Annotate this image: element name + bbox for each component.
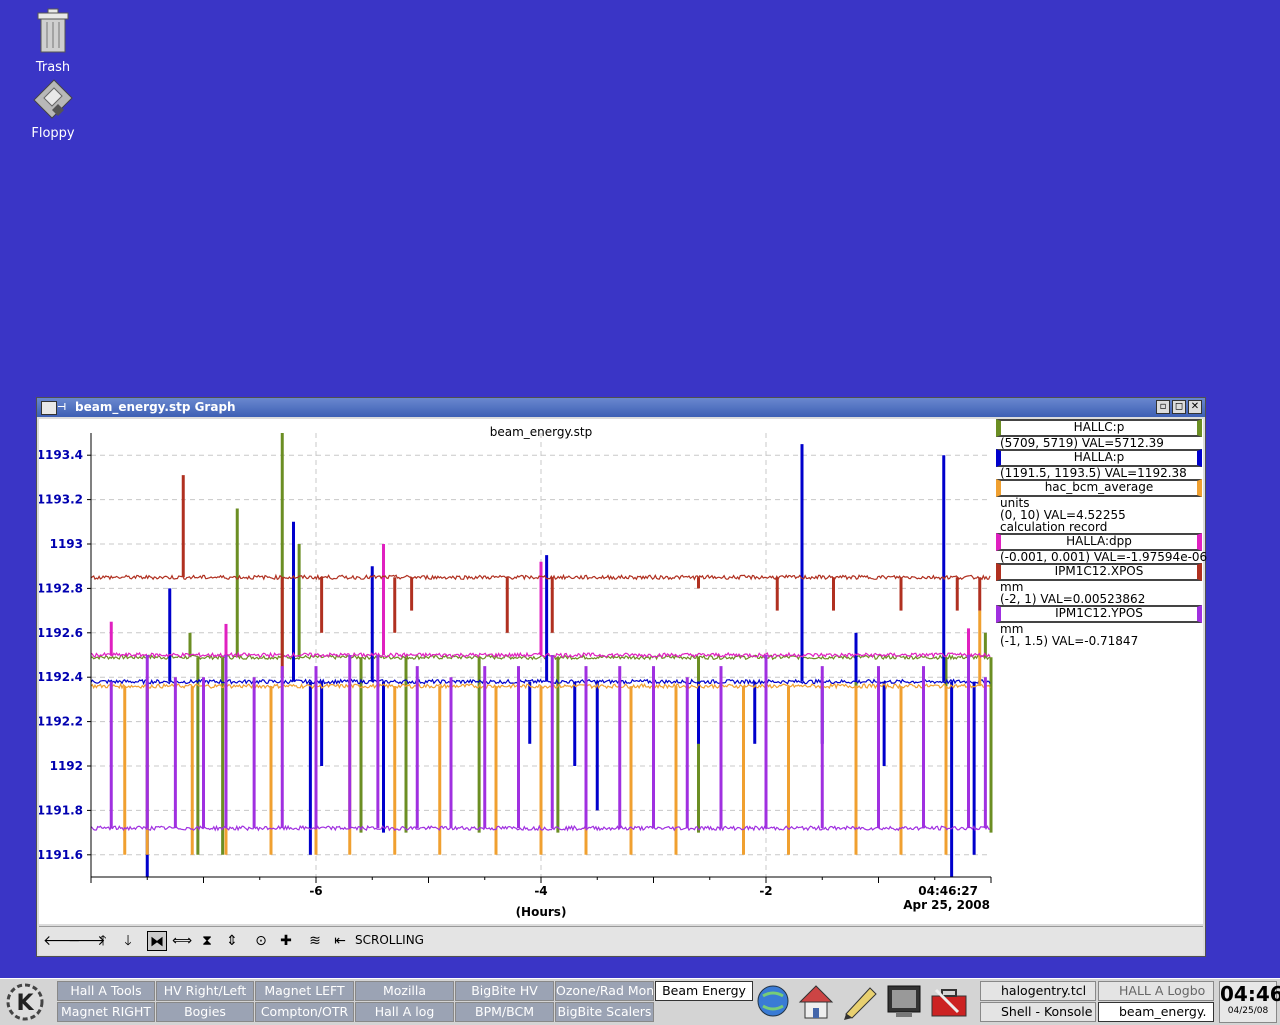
editor-pen-icon[interactable] [840,982,880,1020]
reset-button[interactable]: ⊙ [251,931,271,951]
launcher-hall-a-log[interactable]: Hall A log [355,1002,454,1022]
y-tick-label: 1192.8 [39,581,83,595]
launcher-ozone-rad-mon[interactable]: Ozone/Rad Mon [555,981,654,1001]
y-tick-label: 1191.8 [39,803,83,817]
toolbox-icon[interactable] [928,982,972,1020]
task-shell-konsole-label: Shell - Konsole [1001,1004,1093,1019]
minimize-button[interactable]: ▫ [1156,400,1170,414]
legend-entry-info: (-1, 1.5) VAL=-0.71847 [1000,634,1139,648]
launcher-bigbite-hv[interactable]: BigBite HV [455,981,554,1001]
scroll-right-button[interactable]: 🡒 [68,931,106,951]
launcher-hall-a-tools[interactable]: Hall A Tools [57,981,155,1001]
legend-entry-info: (1191.5, 1193.5) VAL=1192.38 [1000,466,1187,480]
legend-entry-name[interactable]: IPM1C12.XPOS [996,563,1202,581]
home-icon[interactable] [796,982,836,1020]
launcher-bogies[interactable]: Bogies [156,1002,254,1022]
task-halla-logbook[interactable]: HALL A Logbo [1098,981,1214,1001]
legend-entry-name[interactable]: IPM1C12.YPOS [996,605,1202,623]
legend-entry-info: (5709, 5719) VAL=5712.39 [1000,436,1164,450]
task-beam-energy[interactable]: beam_energy. [1098,1002,1214,1022]
launcher-mozilla[interactable]: Mozilla [355,981,454,1001]
trash-icon [37,8,69,53]
graph-window: ⊣ beam_energy.stp Graph ▫ ◻ ✕ beam_energ… [36,397,1208,957]
y-tick-label: 1192.6 [39,626,83,640]
task-halogentry[interactable]: halogentry.tcl [980,981,1096,1001]
launcher-compton-otr[interactable]: Compton/OTR [255,1002,354,1022]
legend-entry-name[interactable]: HALLA:p [996,449,1202,467]
launcher-bigbite-scalers[interactable]: BigBite Scalers [555,1002,654,1022]
legend-entry-name[interactable]: HALLC:p [996,419,1202,437]
y-tick-label: 1193.2 [39,493,83,507]
taskbar: K Hall A Tools HV Right/Left Magnet LEFT Mo… [0,978,1280,1025]
task-halogentry-label: halogentry.tcl [1001,983,1087,998]
scroll-left-button[interactable]: 🡐 [43,931,81,951]
x-axis-label: (Hours) [516,905,567,919]
svg-text:K: K [16,991,34,1016]
clock[interactable]: 04:46 04/25/08 [1219,981,1280,1023]
maximize-button[interactable]: ◻ [1172,400,1186,414]
task-shell-konsole[interactable]: Shell - Konsole [980,1002,1096,1022]
scroll-to-now-button[interactable]: ⇤ [330,931,350,951]
plot-area[interactable]: beam_energy.stp (Hours) 04:46:27 Apr 25,… [39,419,1208,924]
scroll-status-label: SCROLLING [355,933,424,947]
desktop-icon-floppy[interactable]: Floppy [13,76,93,141]
scroll-down-button[interactable]: 🡓 [118,931,138,951]
strip-chart[interactable]: beam_energy.stp (Hours) 04:46:27 Apr 25,… [39,419,995,924]
legend: HALLC:p (5709, 5719) VAL=5712.39 HALLA:p (1… [996,419,1208,648]
plot-mode-button[interactable]: ≋ [305,931,325,951]
y-tick-label: 1192 [50,759,83,773]
clock-time: 04:46 [1220,982,1280,1006]
zoom-x-in-button[interactable]: ⧓ [147,931,167,951]
launcher-hv-right-left[interactable]: HV Right/Left [156,981,254,1001]
zoom-y-out-button[interactable]: ⇕ [222,931,242,951]
task-halla-logbook-label: HALL A Logbo [1119,983,1206,998]
floppy-icon [33,79,73,119]
legend-entry-name[interactable]: hac_bcm_average [996,479,1202,497]
zoom-y-in-button[interactable]: ⧗ [197,931,217,951]
legend-entry-info: calculation record [1000,520,1108,534]
y-tick-label: 1193.4 [39,448,83,462]
launcher-magnet-left[interactable]: Magnet LEFT [255,981,354,1001]
globe-icon[interactable] [755,982,791,1020]
launcher-magnet-right[interactable]: Magnet RIGHT [57,1002,155,1022]
legend-entry-name[interactable]: HALLA:dpp [996,533,1202,551]
add-signal-button[interactable]: ✚ [276,931,296,951]
pin-icon[interactable]: ⊣ [57,402,66,413]
y-tick-label: 1192.4 [39,670,83,684]
x-tick-label: -2 [759,884,772,898]
y-tick-label: 1191.6 [39,848,83,862]
clock-date: 04/25/08 [1227,1006,1269,1016]
window-title: beam_energy.stp Graph [75,400,236,414]
window-titlebar[interactable]: ⊣ beam_energy.stp Graph ▫ ◻ ✕ [37,398,1205,417]
launcher-beam-energy[interactable]: Beam Energy [655,981,753,1001]
launcher-bpm-bcm[interactable]: BPM/BCM [455,1002,554,1022]
x-tick-label: -4 [534,884,547,898]
terminal-icon[interactable] [884,982,924,1020]
graph-toolbar: 🡐 🡒 🡑 🡓 ⧓ ⟺ ⧗ ⇕ ⊙ ✚ ≋ ⇤ SCROLLING [39,926,1203,955]
time-label: 04:46:27 [918,884,978,898]
close-button[interactable]: ✕ [1188,400,1202,414]
x-tick-label: -6 [309,884,322,898]
desktop-icon-trash[interactable]: Trash [13,8,93,75]
legend-entry-info: (-2, 1) VAL=0.00523862 [1000,592,1146,606]
legend-entry-info: (-0.001, 0.001) VAL=-1.97594e-06 [1000,550,1208,564]
y-tick-label: 1192.2 [39,715,83,729]
task-beam-energy-label: beam_energy. [1119,1004,1207,1019]
date-label: Apr 25, 2008 [903,898,990,912]
scroll-up-button[interactable]: 🡑 [93,931,113,951]
zoom-x-out-button[interactable]: ⟺ [172,931,192,951]
floppy-label: Floppy [31,126,75,141]
kde-menu-icon[interactable]: K [2,982,48,1022]
y-tick-label: 1193 [50,537,83,551]
trash-label: Trash [35,60,71,75]
window-app-icon[interactable] [41,401,57,415]
